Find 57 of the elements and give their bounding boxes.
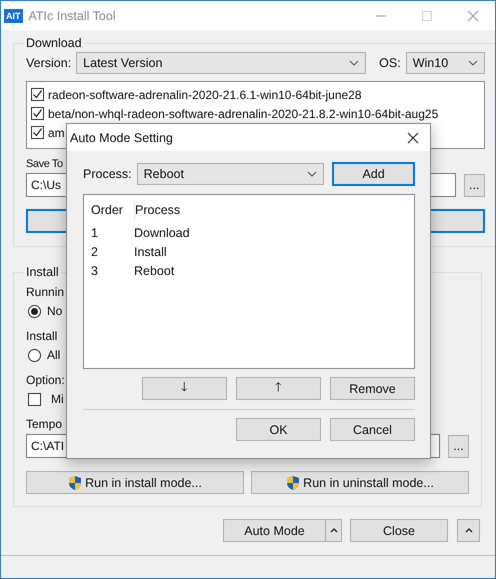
file-name: radeon-software-adrenalin-2020-21.6.1-win10-64bit-june28 xyxy=(48,88,362,102)
order-cell-text: 1 xyxy=(91,226,99,240)
os-dropdown[interactable]: Win10 xyxy=(406,52,485,74)
run-button[interactable]: Run in uninstall mode... xyxy=(251,471,469,494)
os-label: OS: xyxy=(379,56,401,70)
move-down-button[interactable]: 🡓 xyxy=(142,377,227,400)
option-label: Option: xyxy=(26,373,65,387)
temp-folder-label: Tempo xyxy=(26,417,62,431)
chevron-icon xyxy=(468,60,478,66)
group-title: Download xyxy=(25,36,83,50)
running-label: Runnin xyxy=(26,285,64,299)
auto-mode-button[interactable]: Auto Mode xyxy=(223,519,325,542)
radio-button[interactable] xyxy=(28,348,41,362)
checkbox[interactable] xyxy=(31,107,44,120)
caret-icon xyxy=(330,528,338,533)
browse-button[interactable]: ... xyxy=(448,434,469,458)
process-cell: Download xyxy=(134,226,190,240)
column-header: Order xyxy=(91,200,135,220)
app-logo: AIT xyxy=(4,8,22,22)
add-button[interactable]: Add xyxy=(332,162,415,186)
chevron-icon xyxy=(307,171,318,177)
option-label: Mi xyxy=(51,392,64,406)
process-cell: Install xyxy=(134,244,167,258)
window-title: ATIc Install Tool xyxy=(28,8,116,22)
process-label: Process: xyxy=(83,167,132,181)
remove-button[interactable]: Remove xyxy=(330,377,415,400)
browse-button[interactable]: ... xyxy=(464,174,485,196)
column-header: Process xyxy=(135,203,180,217)
close-button[interactable]: Close xyxy=(350,519,448,542)
close-icon[interactable] xyxy=(407,132,419,144)
process-cell: Reboot xyxy=(134,264,174,278)
run-button[interactable]: Run in install mode... xyxy=(26,471,244,494)
shield-icon xyxy=(286,474,300,490)
version-dropdown[interactable]: Latest Version xyxy=(76,52,366,74)
move-up-button[interactable]: 🡑 xyxy=(236,377,321,400)
version-label: Version: xyxy=(26,56,72,70)
checkbox[interactable] xyxy=(31,88,44,101)
order-cell-text: 2 xyxy=(91,244,99,258)
file-name: am xyxy=(48,126,65,140)
order-cell-text: 3 xyxy=(91,264,99,278)
shield-icon xyxy=(68,474,82,490)
ok-button[interactable]: OK xyxy=(236,418,321,441)
option-label: No xyxy=(47,304,62,318)
checkbox[interactable] xyxy=(28,392,41,406)
cancel-button[interactable]: Cancel xyxy=(330,418,415,441)
radio-button[interactable] xyxy=(28,304,41,318)
option-label: All xyxy=(47,348,60,362)
group-title: Install xyxy=(25,265,60,279)
auto-mode-menu-button[interactable] xyxy=(325,519,342,542)
checkbox[interactable] xyxy=(31,126,44,139)
dialog-title: Auto Mode Setting xyxy=(70,130,173,144)
chevron-icon xyxy=(349,60,360,66)
install-label: Install xyxy=(26,329,58,343)
save-to-label: Save To xyxy=(26,158,63,170)
caret-icon xyxy=(464,528,472,533)
file-name: beta/non-whql-radeon-software-adrenalin-2020-21.8.2-win10-64bit-aug25 xyxy=(48,106,438,120)
process-dropdown[interactable]: Reboot xyxy=(136,163,324,185)
